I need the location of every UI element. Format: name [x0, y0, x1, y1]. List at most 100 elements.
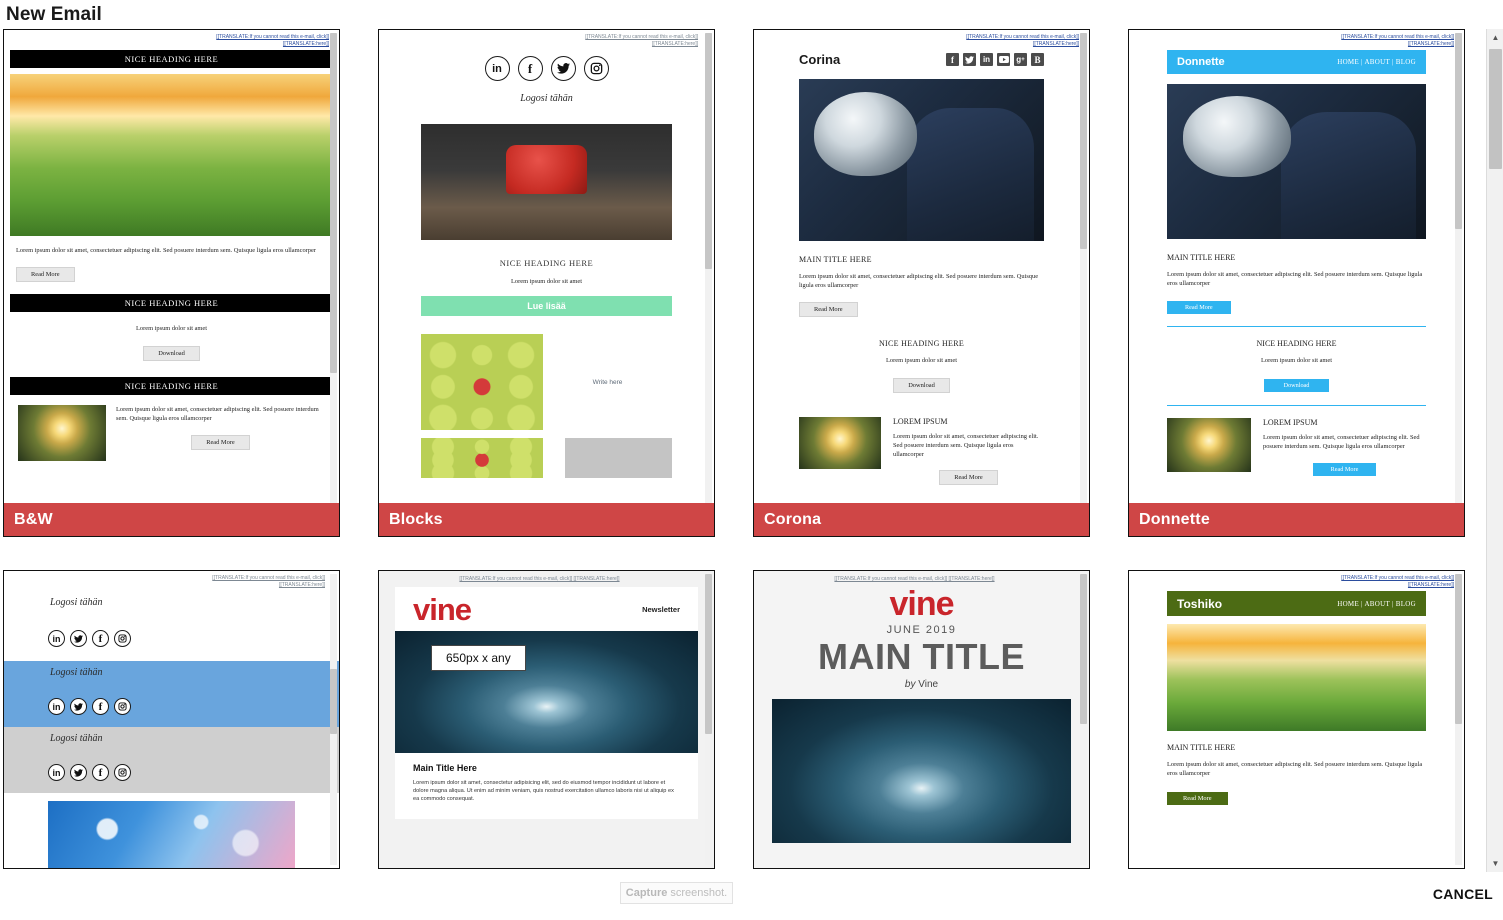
social-links[interactable]: in f [4, 744, 339, 793]
brand-name: Donnette [1177, 56, 1225, 68]
preview-scrollbar-thumb[interactable] [1080, 574, 1087, 724]
twitter-icon[interactable] [963, 53, 976, 66]
translate-notice[interactable]: [[TRANSLATE:If you cannot read this e-ma… [379, 30, 714, 50]
section-heading: NICE HEADING HERE [1256, 339, 1337, 348]
preview-scrollbar[interactable] [705, 33, 712, 533]
twitter-icon[interactable] [550, 56, 576, 81]
brand-logo-vine: vine [413, 592, 472, 627]
template-card-logos[interactable]: [[TRANSLATE:If you cannot read this e-ma… [3, 570, 340, 869]
twitter-icon[interactable] [70, 630, 87, 647]
googleplus-icon[interactable]: g + [1014, 53, 1027, 66]
read-more-button[interactable]: Read More [16, 267, 75, 282]
logo-placeholder: Logosi tähän [50, 597, 103, 608]
preview-scrollbar-thumb[interactable] [705, 574, 712, 734]
preview-scrollbar[interactable] [330, 574, 337, 865]
translate-notice[interactable]: [[TRANSLATE:If you cannot read this e-ma… [1129, 30, 1464, 50]
download-button[interactable]: Download [893, 378, 950, 393]
read-more-button[interactable]: Read More [799, 302, 858, 317]
read-more-button[interactable]: Read More [1167, 301, 1231, 314]
template-card-donnette[interactable]: [[TRANSLATE:If you cannot read this e-ma… [1128, 29, 1465, 537]
hero-image: 650px x any [395, 631, 698, 753]
twitter-icon[interactable] [70, 698, 87, 715]
preview-scrollbar-thumb[interactable] [1080, 33, 1087, 249]
blogger-icon[interactable]: B [1031, 53, 1044, 66]
translate-notice[interactable]: [[TRANSLATE:If you cannot read this e-ma… [754, 571, 1089, 585]
capture-screenshot-button[interactable]: Capture screenshot. [620, 882, 733, 904]
preview-scrollbar[interactable] [1080, 574, 1087, 865]
linkedin-icon[interactable]: in [980, 53, 993, 66]
translate-notice[interactable]: [[TRANSLATE:If you cannot read this e-ma… [1129, 571, 1464, 591]
template-preview-donnette: [[TRANSLATE:If you cannot read this e-ma… [1129, 30, 1464, 536]
template-preview-logos: [[TRANSLATE:If you cannot read this e-ma… [4, 571, 339, 868]
template-card-blocks[interactable]: [[TRANSLATE:If you cannot read this e-ma… [378, 29, 715, 537]
template-name-corona: Corona [754, 503, 1089, 536]
translate-notice[interactable]: [[TRANSLATE:If you cannot read this e-ma… [379, 571, 714, 587]
read-more-button[interactable]: Read More [191, 435, 250, 450]
preview-scrollbar[interactable] [1455, 33, 1462, 533]
section-body: Lorem ipsum dolor sit amet, consectetuer… [1167, 271, 1423, 287]
page-scrollbar-thumb[interactable] [1489, 49, 1502, 169]
preview-scrollbar-thumb[interactable] [1455, 33, 1462, 229]
linkedin-icon[interactable]: in [48, 698, 65, 715]
cancel-button[interactable]: CANCEL [1433, 886, 1493, 902]
header-nav[interactable]: HOME | ABOUT | BLOG [1337, 58, 1416, 66]
instagram-icon[interactable] [114, 764, 131, 781]
linkedin-icon[interactable]: in [484, 56, 510, 81]
youtube-icon[interactable] [997, 53, 1010, 66]
linkedin-icon[interactable]: in [48, 630, 65, 647]
scroll-down-arrow[interactable]: ▼ [1487, 855, 1503, 872]
read-more-button[interactable]: Read More [1167, 792, 1228, 805]
cta-button[interactable]: Lue lisää [421, 296, 672, 316]
social-links[interactable]: f in g + B [946, 53, 1044, 66]
footer-bar: Capture screenshot. CANCEL [0, 874, 1503, 920]
facebook-icon[interactable]: f [92, 630, 109, 647]
instagram-icon[interactable] [114, 698, 131, 715]
preview-scrollbar[interactable] [1455, 574, 1462, 865]
thumb-image [18, 405, 106, 461]
header-nav[interactable]: HOME | ABOUT | BLOG [1337, 600, 1416, 608]
page-scrollbar[interactable]: ▲ ▼ [1486, 29, 1503, 872]
preview-scrollbar[interactable] [330, 33, 337, 533]
preview-scrollbar-thumb[interactable] [330, 33, 337, 373]
translate-notice[interactable]: [[TRANSLATE:If you cannot read this e-ma… [754, 30, 1089, 50]
preview-scrollbar-thumb[interactable] [1455, 574, 1462, 724]
social-links[interactable]: in f [379, 56, 714, 81]
instagram-icon[interactable] [583, 56, 609, 81]
social-links[interactable]: in f [4, 678, 339, 727]
template-card-corona[interactable]: [[TRANSLATE:If you cannot read this e-ma… [753, 29, 1090, 537]
byline-name: Vine [918, 678, 939, 690]
brand-name: Toshiko [1177, 596, 1223, 611]
section-body: Lorem ipsum dolor sit amet, consectetuer… [1167, 761, 1423, 777]
preview-scrollbar[interactable] [1080, 33, 1087, 533]
social-links[interactable]: in f [4, 608, 339, 661]
facebook-icon[interactable]: f [517, 56, 543, 81]
preview-scrollbar-thumb[interactable] [330, 669, 337, 734]
issue-date: JUNE 2019 [886, 624, 957, 636]
translate-notice[interactable]: [[TRANSLATE:If you cannot read this e-ma… [4, 571, 339, 591]
facebook-icon[interactable]: f [92, 698, 109, 715]
template-card-toshiko[interactable]: [[TRANSLATE:If you cannot read this e-ma… [1128, 570, 1465, 869]
read-more-button[interactable]: Read More [1312, 463, 1377, 476]
template-card-vine-newsletter[interactable]: [[TRANSLATE:If you cannot read this e-ma… [378, 570, 715, 869]
preview-scrollbar-thumb[interactable] [705, 33, 712, 269]
template-name-donnette: Donnette [1129, 503, 1464, 536]
read-more-button[interactable]: Read More [939, 470, 998, 485]
facebook-icon[interactable]: f [946, 53, 959, 66]
translate-notice[interactable]: [[TRANSLATE:If you cannot read this e-ma… [4, 30, 339, 50]
template-card-bw[interactable]: [[TRANSLATE:If you cannot read this e-ma… [3, 29, 340, 537]
hero-image [10, 74, 333, 236]
download-button[interactable]: Download [143, 346, 200, 361]
linkedin-icon[interactable]: in [48, 764, 65, 781]
section-body: Lorem ipsum dolor sit amet [886, 357, 957, 364]
download-button[interactable]: Download [1263, 379, 1330, 392]
scroll-up-arrow[interactable]: ▲ [1487, 29, 1503, 46]
preview-scrollbar[interactable] [705, 574, 712, 865]
write-here-placeholder[interactable]: Write here [593, 378, 623, 387]
facebook-icon[interactable]: f [92, 764, 109, 781]
section-heading: MAIN TITLE HERE [1167, 743, 1236, 752]
template-preview-vine-newsletter: [[TRANSLATE:If you cannot read this e-ma… [379, 571, 714, 868]
template-card-vine-main[interactable]: [[TRANSLATE:If you cannot read this e-ma… [753, 570, 1090, 869]
template-preview-vine-main: [[TRANSLATE:If you cannot read this e-ma… [754, 571, 1089, 868]
instagram-icon[interactable] [114, 630, 131, 647]
twitter-icon[interactable] [70, 764, 87, 781]
